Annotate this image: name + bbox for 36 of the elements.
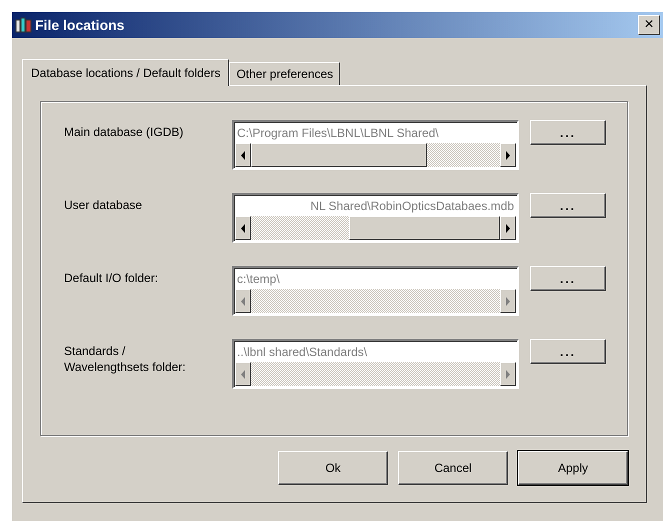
tab[interactable]: Database locations / Default folders (22, 59, 230, 86)
left-arrow-icon (240, 296, 246, 306)
scrollbar[interactable] (235, 216, 516, 240)
right-arrow-icon (505, 150, 511, 160)
path-field[interactable]: C:\Program Files\LBNL\LBNL Shared\ (232, 120, 519, 170)
left-arrow-icon (240, 150, 246, 160)
right-arrow-icon (505, 224, 511, 232)
field-label: Default I/O folder: (64, 270, 160, 286)
path-field[interactable]: ..\lbnl shared\Standards\ (232, 339, 519, 389)
dialog-button[interactable]: Ok (278, 451, 388, 485)
path-field[interactable]: c:\temp\ (232, 266, 519, 316)
browse-button[interactable]: ... (530, 120, 606, 145)
path-field[interactable]: NL Shared\RobinOpticsDatabaes.mdb (232, 193, 519, 243)
field-label: Main database (IGDB) (64, 124, 184, 140)
path-text: C:\Program Files\LBNL\LBNL Shared\ (237, 126, 439, 140)
window-title: File locations (35, 17, 126, 33)
right-arrow-icon (505, 370, 511, 378)
scrollbar[interactable] (235, 143, 516, 167)
right-arrow-icon (505, 296, 511, 306)
path-text: c:\temp\ (237, 272, 280, 286)
dialog-button[interactable]: Cancel (398, 451, 508, 485)
scrollbar[interactable] (235, 289, 516, 313)
field-label: User database (64, 197, 144, 213)
path-text: NL Shared\RobinOpticsDatabaes.mdb (310, 199, 514, 213)
field-label: Standards / Wavelengthsets folder: (64, 343, 187, 375)
browse-button[interactable]: ... (530, 339, 606, 364)
close-button[interactable]: × (638, 15, 660, 35)
left-arrow-icon (240, 370, 246, 378)
left-arrow-icon (240, 224, 246, 232)
scrollbar[interactable] (235, 362, 516, 386)
books-icon (15, 16, 33, 34)
dialog-button[interactable]: Apply (518, 451, 628, 485)
tab[interactable]: Other preferences (229, 62, 340, 85)
browse-button[interactable]: ... (530, 266, 606, 291)
path-text: ..\lbnl shared\Standards\ (237, 345, 368, 359)
browse-button[interactable]: ... (530, 193, 606, 218)
